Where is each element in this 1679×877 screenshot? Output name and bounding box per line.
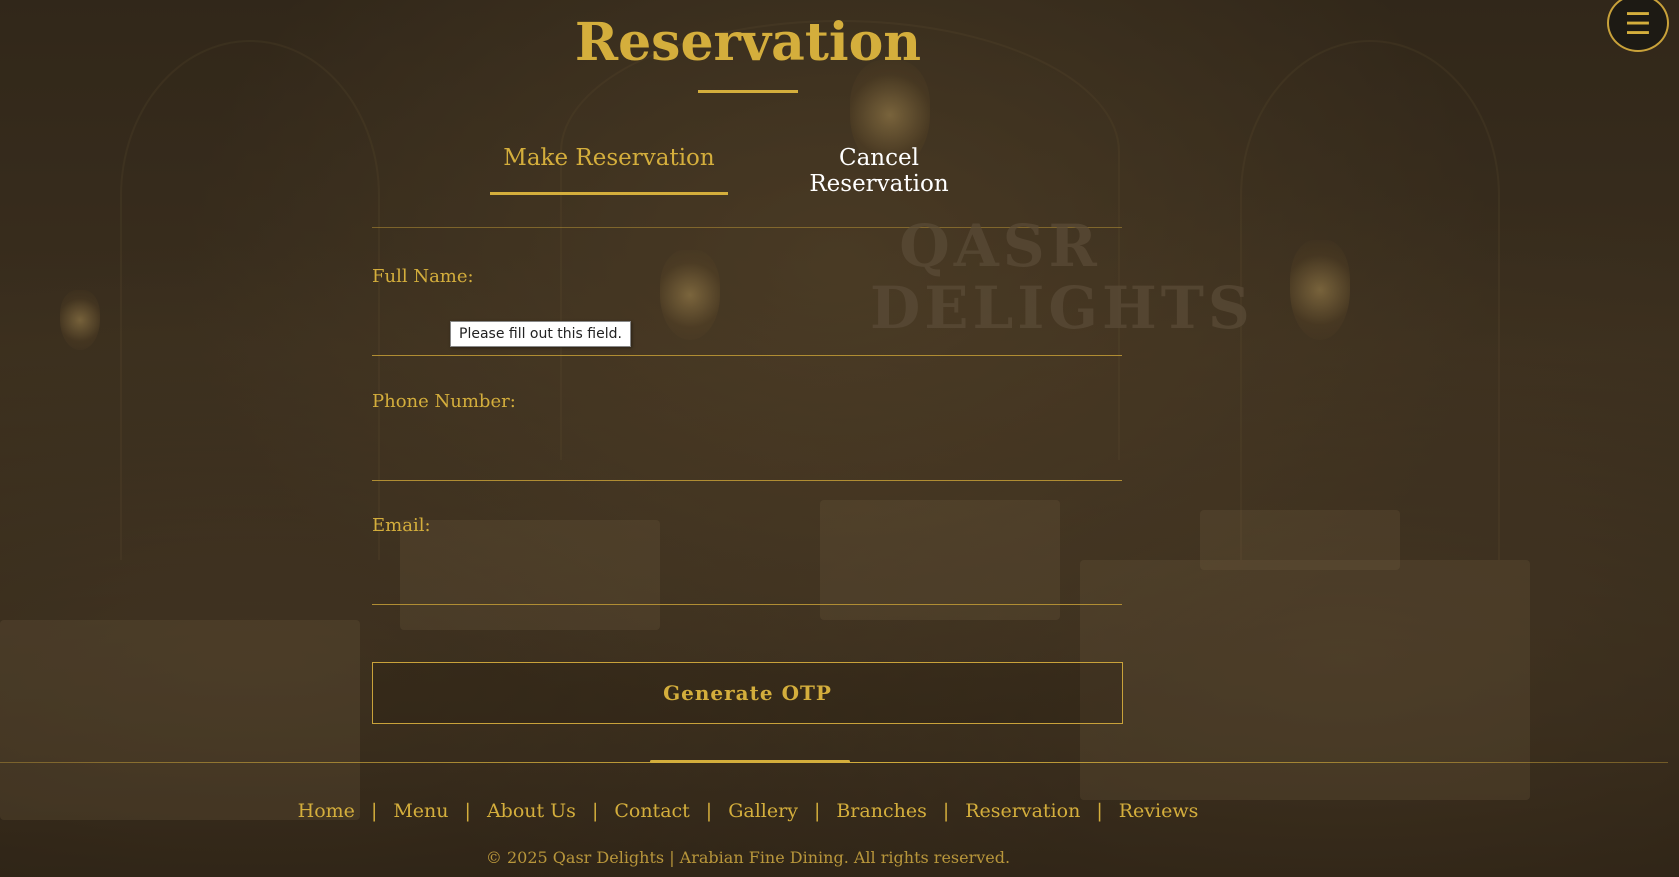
page-title: Reservation xyxy=(574,12,922,73)
email-input[interactable] xyxy=(372,565,1122,605)
footer-link-contact[interactable]: Contact xyxy=(614,800,689,822)
footer-separator: | xyxy=(1096,800,1103,822)
footer-separator: | xyxy=(813,800,821,822)
tab-make-reservation[interactable]: Make Reservation xyxy=(490,145,728,171)
footer-divider-accent xyxy=(650,760,850,763)
phone-number-label: Phone Number: xyxy=(372,391,516,412)
footer-nav: Home | Menu | About Us | Contact | Gallery | Branc… xyxy=(0,800,1496,822)
footer-separator: | xyxy=(942,800,950,822)
validation-tooltip: Please fill out this field. xyxy=(450,321,631,347)
hamburger-icon: ☰ xyxy=(1624,7,1652,42)
active-tab-indicator xyxy=(490,192,728,195)
footer-link-reviews[interactable]: Reviews xyxy=(1119,800,1199,822)
footer-link-branches[interactable]: Branches xyxy=(836,800,926,822)
footer-separator: | xyxy=(705,800,713,822)
tab-cancel-reservation[interactable]: Cancel Reservation xyxy=(770,145,988,197)
full-name-label: Full Name: xyxy=(372,266,474,287)
phone-number-input[interactable] xyxy=(372,441,1122,481)
footer-separator: | xyxy=(370,800,378,822)
title-underline xyxy=(698,90,798,93)
logo-watermark-line1: QASR xyxy=(899,212,1101,280)
email-label: Email: xyxy=(372,515,431,536)
footer-link-reservation[interactable]: Reservation xyxy=(965,800,1080,822)
generate-otp-button[interactable]: Generate OTP xyxy=(372,662,1123,724)
footer-link-gallery[interactable]: Gallery xyxy=(728,800,798,822)
footer-link-home[interactable]: Home xyxy=(298,800,355,822)
footer-link-about-us[interactable]: About Us xyxy=(487,800,576,822)
footer-separator: | xyxy=(591,800,599,822)
footer-link-menu[interactable]: Menu xyxy=(393,800,448,822)
footer-separator: | xyxy=(464,800,471,822)
background-overlay xyxy=(0,0,1679,877)
copyright-text: © 2025 Qasr Delights | Arabian Fine Dini… xyxy=(485,848,1011,867)
